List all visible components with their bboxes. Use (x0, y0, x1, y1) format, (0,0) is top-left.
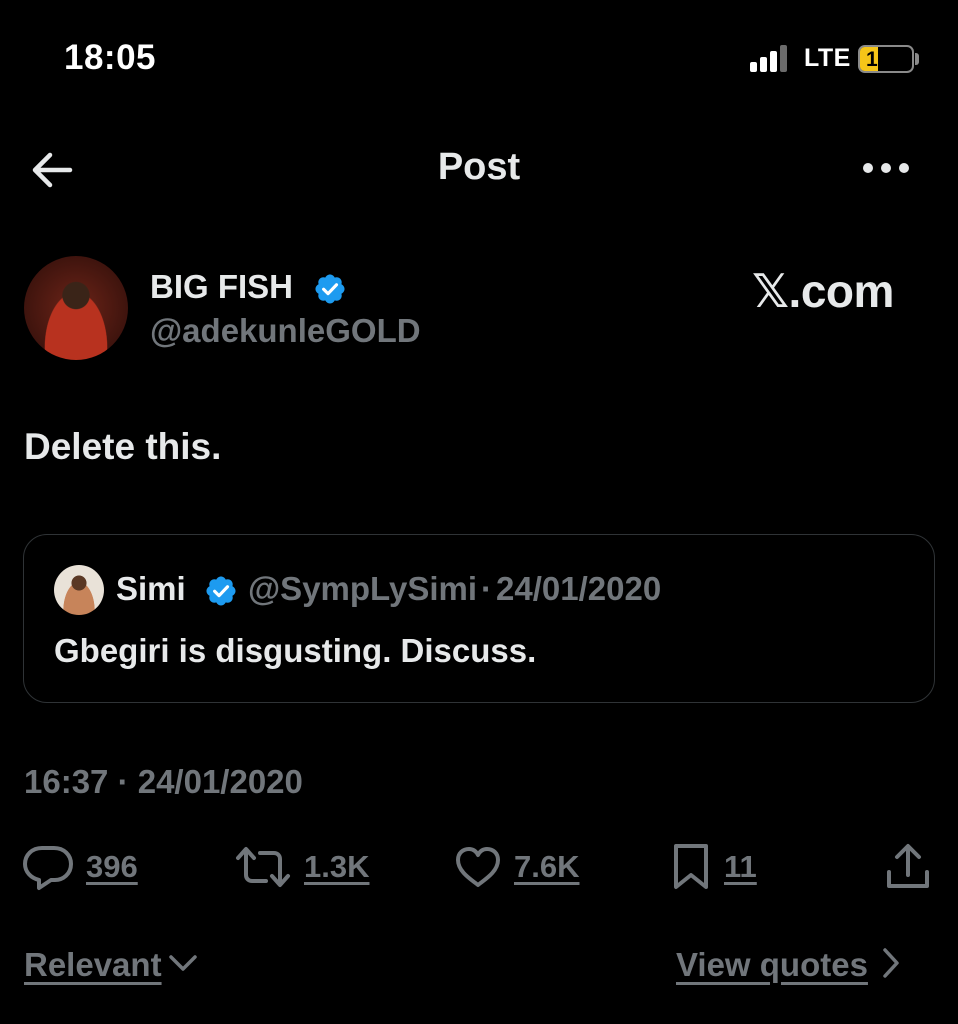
bookmark-count: 11 (724, 849, 757, 884)
page-title: Post (437, 146, 521, 188)
reply-button[interactable]: 396 (22, 842, 138, 892)
view-quotes-link[interactable]: View quotes (676, 946, 900, 984)
x-com-watermark: 𝕏.com (752, 265, 894, 317)
battery-cap (915, 53, 919, 65)
post-text: Delete this. (24, 426, 222, 467)
status-time: 18:05 (64, 38, 157, 77)
chevron-down-icon (168, 953, 198, 978)
repost-button[interactable]: 1.3K (234, 842, 369, 892)
verified-badge-icon (313, 272, 347, 306)
quoted-post-card[interactable] (23, 534, 935, 703)
sort-label: Relevant (24, 946, 162, 983)
arrow-left-icon[interactable] (28, 146, 76, 194)
author-handle[interactable]: @adekunleGOLD (150, 312, 421, 350)
author-name[interactable]: BIG FISH (150, 268, 293, 306)
signal-strength-icon (750, 44, 794, 72)
like-count: 7.6K (514, 849, 580, 884)
share-button[interactable] (884, 842, 932, 892)
share-icon (884, 842, 932, 892)
repost-count: 1.3K (304, 849, 370, 884)
reply-icon (22, 843, 74, 891)
battery-level: 17 (866, 48, 890, 71)
quoted-post-date: 24/01/2020 (496, 570, 662, 607)
quoted-author-name: Simi (116, 570, 186, 607)
bookmark-icon (670, 842, 712, 892)
post-timestamp[interactable]: 16:37 · 24/01/2020 (24, 763, 303, 801)
verified-badge-icon (204, 574, 238, 608)
battery-icon: 17 (858, 45, 914, 73)
network-type: LTE (804, 44, 851, 72)
meta-separator: · (481, 570, 493, 607)
repost-icon (234, 844, 292, 890)
sort-replies-dropdown[interactable]: Relevant (24, 946, 198, 984)
quoted-author-avatar (54, 565, 104, 615)
quoted-post-meta: @SympLySimi · 24/01/2020 (248, 570, 661, 608)
more-horizontal-icon[interactable] (862, 160, 912, 176)
bookmark-button[interactable]: 11 (670, 842, 757, 892)
view-quotes-label: View quotes (676, 946, 868, 983)
author-avatar[interactable] (24, 256, 128, 360)
quoted-author-handle: @SympLySimi (248, 570, 478, 607)
like-button[interactable]: 7.6K (454, 842, 579, 892)
heart-icon (454, 845, 502, 889)
quoted-post-text: Gbegiri is disgusting. Discuss. (54, 632, 537, 669)
reply-count: 396 (86, 849, 138, 884)
chevron-right-icon (882, 947, 900, 984)
